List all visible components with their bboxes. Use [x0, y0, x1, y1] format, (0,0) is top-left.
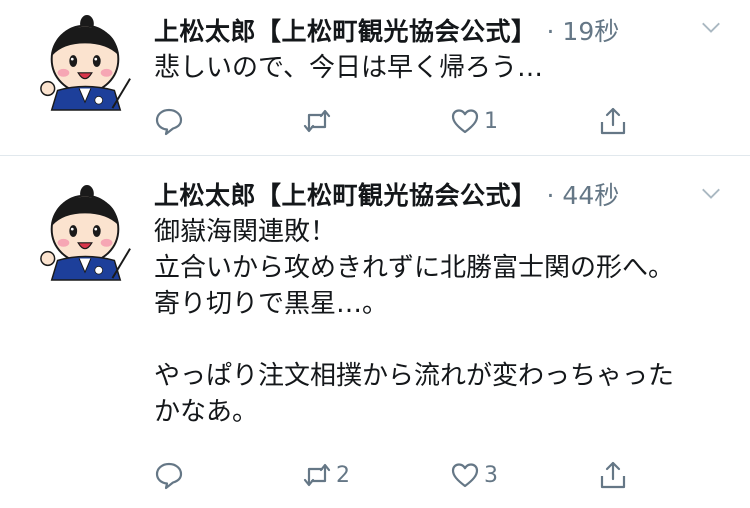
share-icon [600, 461, 626, 489]
retweet-icon [303, 463, 331, 487]
author-name[interactable]: 上松太郎【上松町観光協会公式】 [154, 12, 537, 48]
share-icon [600, 107, 626, 135]
retweet-icon [303, 109, 331, 133]
heart-icon [451, 463, 479, 488]
retweet-count: 2 [336, 462, 350, 488]
tweet-timestamp[interactable]: · 19秒 [547, 12, 620, 48]
retweet-button[interactable] [302, 104, 336, 138]
avatar[interactable] [36, 184, 134, 282]
chevron-down-icon[interactable] [700, 182, 722, 204]
tweet[interactable]: 上松太郎【上松町観光協会公式】 · 19秒 悲しいので、今日は早く帰ろう… 1 [0, 0, 750, 155]
tweet-header: 上松太郎【上松町観光協会公式】 · 19秒 [154, 10, 619, 50]
tweet-text: 御嶽海関連敗！ 立合いから攻めきれずに北勝富士関の形へ。 寄り切りで黒星…。 や… [154, 217, 675, 427]
reply-button[interactable] [154, 104, 188, 138]
tweet-timestamp[interactable]: · 44秒 [547, 176, 620, 212]
reply-icon [155, 462, 183, 490]
tweet-text: 悲しいので、今日は早く帰ろう… [154, 53, 543, 83]
reply-button[interactable] [154, 458, 188, 492]
chevron-down-icon[interactable] [700, 16, 722, 38]
avatar[interactable] [36, 14, 134, 112]
share-button[interactable] [598, 458, 628, 492]
tweet-header: 上松太郎【上松町観光協会公式】 · 44秒 [154, 174, 619, 214]
share-button[interactable] [598, 104, 628, 138]
tweet-actions: 1 [154, 104, 634, 138]
like-button[interactable]: 1 [450, 104, 498, 138]
heart-icon [451, 109, 479, 134]
tweet-actions: 2 3 [154, 458, 634, 492]
like-count: 3 [484, 462, 498, 488]
reply-icon [155, 108, 183, 136]
like-count: 1 [484, 108, 498, 134]
retweet-button[interactable]: 2 [302, 458, 350, 492]
like-button[interactable]: 3 [450, 458, 498, 492]
author-name[interactable]: 上松太郎【上松町観光協会公式】 [154, 176, 537, 212]
